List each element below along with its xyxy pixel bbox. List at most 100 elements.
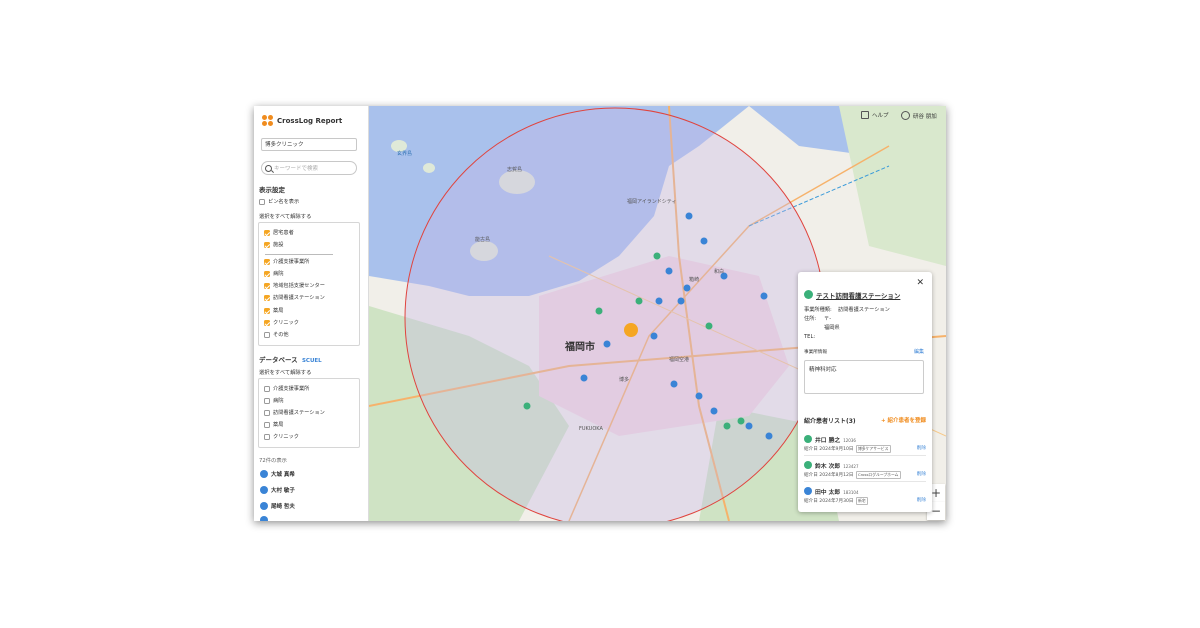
- patient-date: 紹介日 2024年7月30日 新宅: [804, 497, 869, 505]
- map-label: FUKUOKA: [579, 426, 603, 432]
- delete-button[interactable]: 削除: [917, 445, 926, 451]
- filter-item[interactable]: 施設: [264, 241, 283, 248]
- person-list-item[interactable]: 大城 真希: [260, 470, 295, 478]
- db-filter-item[interactable]: 病院: [264, 397, 283, 404]
- user-icon: [901, 111, 910, 120]
- facility-select[interactable]: 博多クリニック: [261, 138, 357, 151]
- db-filter-checkbox[interactable]: [264, 421, 270, 428]
- filter-item[interactable]: 介護支援事業所: [264, 258, 309, 265]
- filter-label: 介護支援事業所: [273, 259, 310, 265]
- row-divider: [804, 481, 926, 482]
- filter-checkbox[interactable]: [264, 294, 270, 301]
- patient-name-text: 田中 太郎: [815, 490, 841, 496]
- date-label: 紹介日: [804, 447, 818, 452]
- filter-label: 訪問看護ステーション: [273, 295, 325, 301]
- type-row: 事業所種類: 訪問看護ステーション: [804, 306, 890, 313]
- map-label: 博多: [619, 377, 630, 383]
- filter-checkbox[interactable]: [264, 319, 270, 326]
- filter-label: クリニック: [273, 320, 299, 326]
- filter-label: その他: [273, 332, 289, 338]
- show-pin-names-checkbox[interactable]: [259, 198, 265, 205]
- clear-all-db-link[interactable]: 選択をすべて解除する: [259, 368, 311, 376]
- filter-item[interactable]: その他: [264, 331, 289, 338]
- address-row: 住所: 〒-: [804, 315, 831, 322]
- show-pin-names-toggle[interactable]: ピン名を表示: [259, 198, 299, 205]
- row-divider: [804, 455, 926, 456]
- help-label: ヘルプ: [872, 113, 889, 119]
- db-filter-checkbox[interactable]: [264, 385, 270, 392]
- station-icon: [804, 290, 813, 299]
- db-filter-label: 介護支援事業所: [273, 386, 310, 392]
- patient-row[interactable]: 井口 勝之 12036 紹介日 2024年9月10日 博多ケアサービス 削除: [804, 434, 926, 456]
- person-icon: [260, 502, 268, 510]
- address-postal: 〒-: [824, 316, 832, 322]
- date-label: 紹介日: [804, 499, 818, 504]
- date-value: 2024年7月30日: [819, 499, 854, 504]
- edit-button[interactable]: 編集: [914, 348, 924, 355]
- patient-tag: Crossログループホーム: [855, 471, 901, 479]
- db-filter-checkbox[interactable]: [264, 409, 270, 416]
- patient-row[interactable]: 田中 太郎 183104 紹介日 2024年7月30日 新宅 削除: [804, 486, 926, 508]
- close-icon[interactable]: ✕: [916, 278, 924, 288]
- filter-checkbox[interactable]: [264, 270, 270, 277]
- app-window: CrossLog Report 博多クリニック キーワードで検索 表示設定 ピン…: [254, 106, 946, 521]
- type-label: 事業所種類:: [804, 307, 832, 313]
- filter-item[interactable]: 地域包括支援センター: [264, 282, 325, 289]
- filter-checkbox[interactable]: [264, 229, 270, 236]
- filter-item[interactable]: 居宅患者: [264, 229, 294, 236]
- help-icon: [861, 111, 869, 119]
- filter-label: 地域包括支援センター: [273, 283, 325, 289]
- add-patient-button[interactable]: + 紹介患者を登録: [881, 416, 926, 424]
- filter-item[interactable]: クリニック: [264, 319, 299, 326]
- filter-label: 病院: [273, 271, 284, 277]
- db-filter-item[interactable]: 訪問看護ステーション: [264, 409, 325, 416]
- filter-item[interactable]: 訪問看護ステーション: [264, 294, 325, 301]
- search-icon: [265, 165, 272, 172]
- user-menu[interactable]: 研谷 朋加: [901, 111, 937, 120]
- person-icon: [260, 516, 268, 521]
- person-icon: [260, 470, 268, 478]
- patient-date: 紹介日 2024年8月12日 Crossログループホーム: [804, 471, 901, 479]
- delete-button[interactable]: 削除: [917, 497, 926, 503]
- db-filter-checkbox[interactable]: [264, 397, 270, 404]
- person-list-item[interactable]: 尾崎 哲夫: [260, 502, 295, 510]
- db-filter-item[interactable]: クリニック: [264, 433, 299, 440]
- db-filter-item[interactable]: 薬局: [264, 421, 283, 428]
- person-name: 尾崎 哲夫: [271, 504, 295, 510]
- filter-item[interactable]: 病院: [264, 270, 283, 277]
- search-input[interactable]: キーワードで検索: [261, 161, 357, 175]
- person-name: 大城 真希: [271, 472, 295, 478]
- db-filter-checkbox[interactable]: [264, 433, 270, 440]
- person-list-item[interactable]: [260, 516, 268, 521]
- filter-label: 薬局: [273, 308, 284, 314]
- info-label: 事業所情報: [804, 350, 827, 355]
- map-label: 玄界島: [397, 151, 413, 157]
- patient-icon: [804, 461, 812, 469]
- db-filter-box: 介護支援事業所 病院 訪問看護ステーション 薬局 クリニック: [258, 378, 360, 448]
- filter-checkbox[interactable]: [264, 331, 270, 338]
- filter-divider: [265, 254, 333, 255]
- clear-all-link[interactable]: 選択をすべて解除する: [259, 212, 311, 220]
- user-name: 研谷 朋加: [913, 113, 937, 120]
- patient-name-text: 鈴木 次郎: [815, 464, 841, 470]
- patient-row[interactable]: 鈴木 次郎 123427 紹介日 2024年8月12日 Crossログループホーム …: [804, 460, 926, 482]
- help-link[interactable]: ヘルプ: [861, 111, 889, 119]
- filter-item[interactable]: 薬局: [264, 307, 283, 314]
- delete-button[interactable]: 削除: [917, 471, 926, 477]
- database-title: データベース SCUEL: [259, 354, 322, 364]
- database-title-text: データベース: [259, 356, 298, 364]
- station-name[interactable]: テスト訪問看護ステーション: [816, 290, 900, 300]
- db-filter-item[interactable]: 介護支援事業所: [264, 385, 309, 392]
- patient-tag: 博多ケアサービス: [855, 445, 891, 453]
- database-badge: SCUEL: [301, 358, 322, 364]
- filter-checkbox[interactable]: [264, 241, 270, 248]
- filter-checkbox[interactable]: [264, 258, 270, 265]
- address-prefecture: 福岡県: [824, 325, 840, 331]
- note-box[interactable]: 精神科対応: [804, 360, 924, 394]
- brand-logo-icon: [262, 115, 273, 126]
- filter-checkbox[interactable]: [264, 282, 270, 289]
- filter-label: 施設: [273, 242, 284, 248]
- person-list-item[interactable]: 大村 敏子: [260, 486, 295, 494]
- filter-checkbox[interactable]: [264, 307, 270, 314]
- filter-label: 居宅患者: [273, 230, 294, 236]
